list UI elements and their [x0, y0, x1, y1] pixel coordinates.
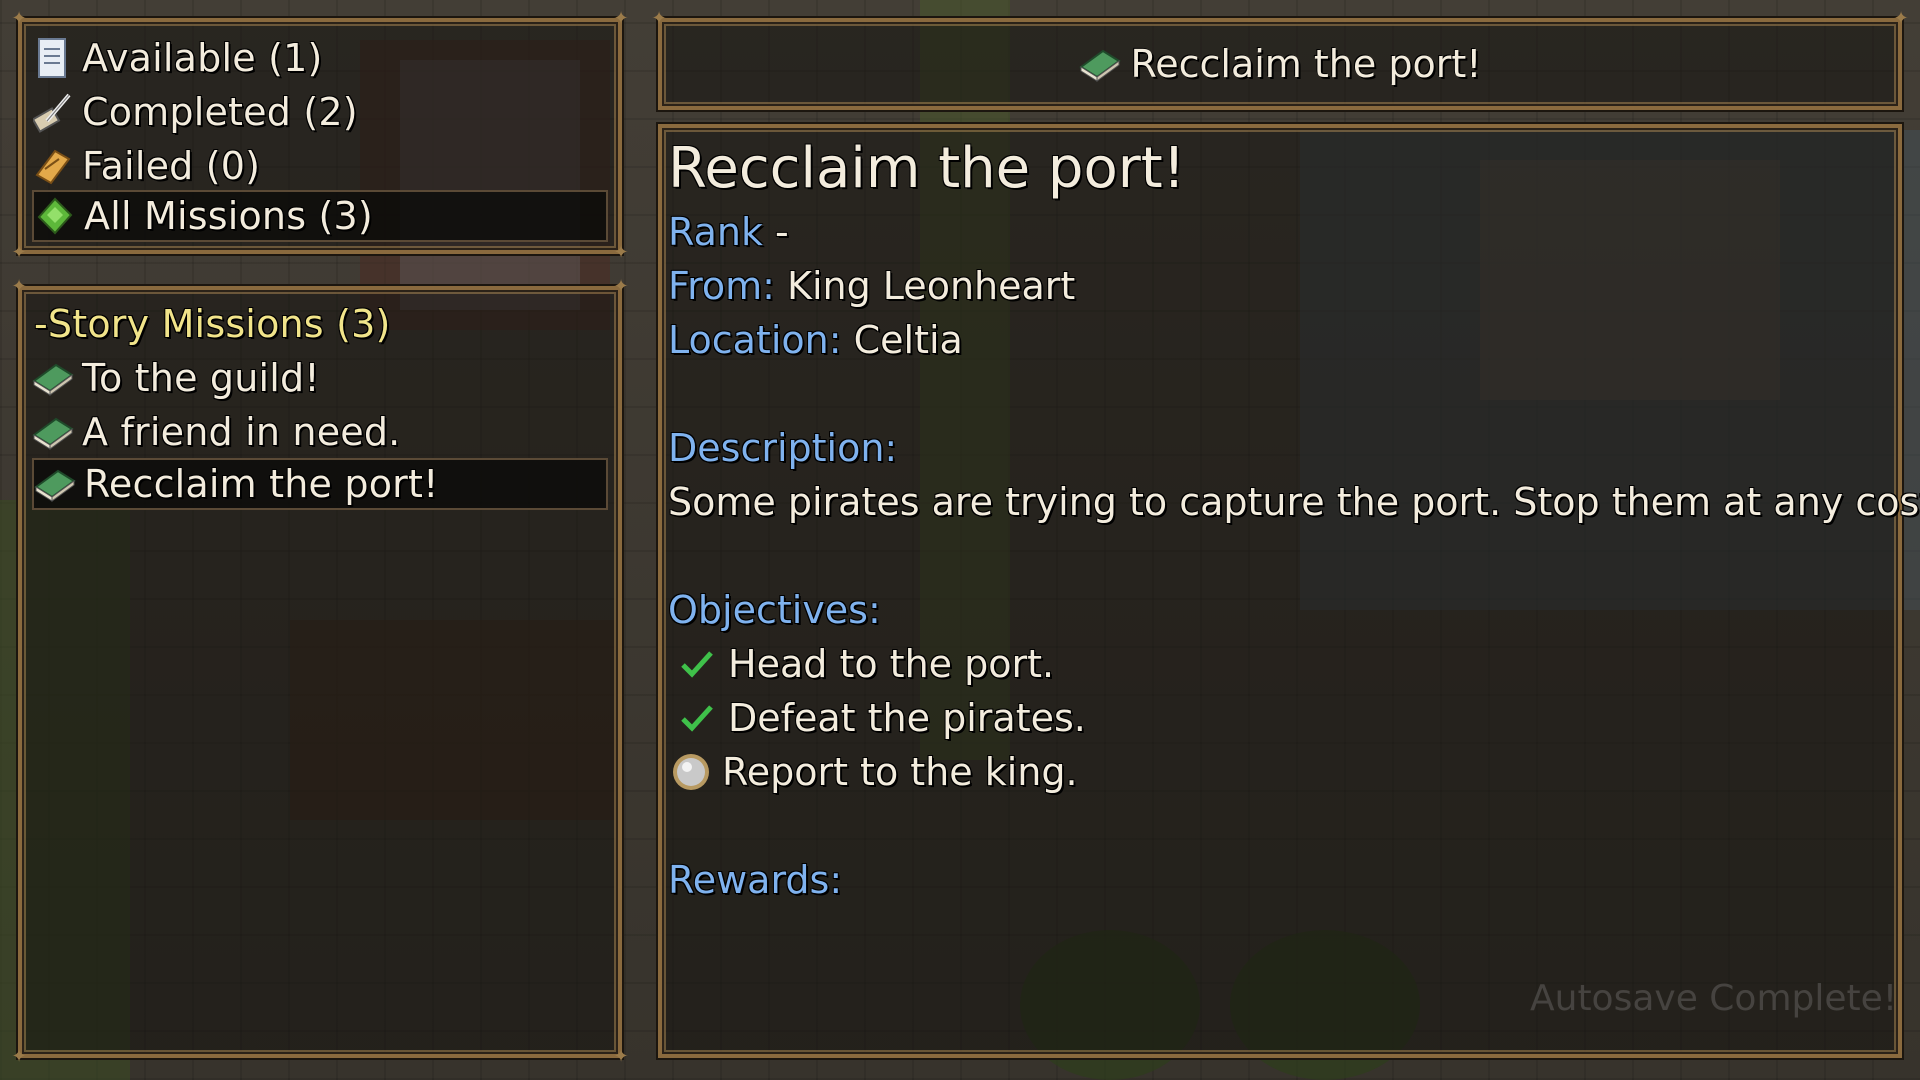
green-book-icon — [34, 463, 76, 505]
frame-ornament: ✦ — [651, 8, 667, 29]
filter-all-missions[interactable]: All Missions (3) — [32, 190, 608, 242]
mission-label: Recclaim the port! — [84, 462, 439, 506]
filter-label: Available (1) — [82, 36, 323, 80]
filter-label: Failed (0) — [82, 144, 261, 188]
green-book-icon — [32, 411, 74, 453]
autosave-notice: Autosave Complete! — [1530, 978, 1898, 1019]
mission-item[interactable]: To the guild! — [32, 352, 608, 404]
from-row: From: King Leonheart — [668, 264, 1075, 308]
location-row: Location: Celtia — [668, 318, 963, 362]
frame-ornament: ✦ — [11, 1046, 27, 1067]
mission-label: To the guild! — [82, 356, 320, 400]
filter-label: All Missions (3) — [84, 194, 373, 238]
location-label: Location: — [668, 318, 842, 362]
objective-item: Defeat the pirates. — [676, 696, 1086, 740]
filter-label: Completed (2) — [82, 90, 358, 134]
filter-panel: Available (1) Completed (2) Failed (0) A… — [11, 10, 628, 262]
from-label: From: — [668, 264, 775, 308]
green-book-icon — [32, 357, 74, 399]
scroll-icon — [32, 37, 74, 79]
from-value: King Leonheart — [787, 264, 1076, 308]
description-text: Some pirates are trying to capture the p… — [668, 480, 1920, 524]
mission-item-selected[interactable]: Recclaim the port! — [32, 458, 608, 510]
frame-ornament: ✦ — [11, 276, 27, 297]
objectives-label: Objectives: — [668, 588, 881, 632]
frame-ornament: ✦ — [11, 8, 27, 29]
checkmark-icon — [676, 643, 718, 685]
rewards-label: Rewards: — [668, 858, 843, 902]
objective-item: Head to the port. — [676, 642, 1054, 686]
green-book-icon — [1078, 43, 1121, 85]
torn-scroll-icon — [32, 145, 74, 187]
rank-label: Rank — [668, 210, 763, 254]
frame-ornament: ✦ — [11, 242, 27, 263]
quill-icon — [32, 91, 74, 133]
objective-item: Report to the king. — [670, 750, 1078, 794]
rank-row: Rank - — [668, 210, 789, 254]
mission-label: A friend in need. — [82, 410, 401, 454]
frame-ornament: ✦ — [613, 1046, 629, 1067]
filter-completed[interactable]: Completed (2) — [32, 86, 608, 138]
description-label: Description: — [668, 426, 898, 470]
frame-ornament: ✦ — [613, 242, 629, 263]
mission-list-panel: -Story Missions (3) To the guild! A frie… — [11, 278, 628, 1066]
header-title: Recclaim the port! — [1130, 42, 1482, 86]
filter-failed[interactable]: Failed (0) — [32, 140, 608, 192]
objective-text: Head to the port. — [728, 642, 1055, 686]
mission-header-panel: Recclaim the port! ✦ ✦ — [651, 10, 1909, 110]
filter-available[interactable]: Available (1) — [32, 32, 608, 84]
green-gem-icon — [34, 195, 76, 237]
frame-ornament: ✦ — [613, 8, 629, 29]
objective-text: Defeat the pirates. — [728, 696, 1086, 740]
detail-title: Recclaim the port! — [668, 136, 1186, 201]
location-value: Celtia — [853, 318, 963, 362]
frame-ornament: ✦ — [613, 276, 629, 297]
pending-orb-icon — [670, 751, 712, 793]
frame-ornament: ✦ — [1893, 8, 1909, 29]
category-label: -Story Missions (3) — [34, 302, 391, 346]
rank-value: - — [775, 210, 789, 254]
mission-item[interactable]: A friend in need. — [32, 406, 608, 458]
objective-text: Report to the king. — [722, 750, 1078, 794]
category-story-missions[interactable]: -Story Missions (3) — [34, 298, 608, 350]
checkmark-icon — [676, 697, 718, 739]
